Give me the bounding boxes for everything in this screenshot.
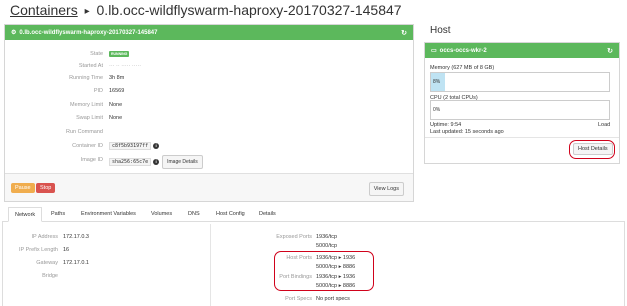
started-at-label: Started At xyxy=(78,63,103,69)
tab-paths[interactable]: Paths xyxy=(45,207,71,222)
gateway-label: Gateway xyxy=(36,260,58,266)
container-id-wrap: c8f5b93197ff i xyxy=(109,141,160,151)
image-details-button[interactable]: Image Details xyxy=(162,155,203,169)
container-icon: ⚙ xyxy=(11,30,17,36)
tab-bar: Network Paths Environment Variables Volu… xyxy=(2,207,625,222)
container-panel-title: 0.lb.occ-wildflyswarm-haproxy-20170327-1… xyxy=(19,29,158,36)
port-specs-value: No port specs xyxy=(316,296,350,302)
cpu-bar: 0% xyxy=(430,100,610,120)
container-id-value: c8f5b93197ff xyxy=(109,142,152,150)
info-icon[interactable]: i xyxy=(153,143,160,149)
ip-address-value: 172.17.0.3 xyxy=(63,234,89,240)
column-divider xyxy=(210,224,211,306)
stop-button[interactable]: Stop xyxy=(36,183,56,193)
ip-prefix-label: IP Prefix Length xyxy=(18,247,58,253)
memory-limit-label: Memory Limit xyxy=(69,102,103,108)
highlight-ring xyxy=(569,140,615,159)
run-command-label: Run Command xyxy=(66,129,103,135)
ip-address-label: IP Address xyxy=(31,234,59,240)
breadcrumb-containers-link[interactable]: Containers xyxy=(10,2,78,18)
tab-network[interactable]: Network xyxy=(8,207,43,222)
swap-limit-value: None xyxy=(109,115,123,121)
monitor-icon: ▭ xyxy=(431,48,437,54)
ip-prefix-value: 16 xyxy=(63,247,70,253)
breadcrumb: Containers ▸ 0.lb.occ-wildflyswarm-hapro… xyxy=(10,2,402,18)
status-badge: RUNNING xyxy=(109,51,130,57)
highlight-ring xyxy=(274,251,374,291)
host-panel-header: ▭ occs-occs-wkr-2 ↻ xyxy=(425,43,619,58)
pid-value: 16569 xyxy=(109,88,125,94)
tab-details[interactable]: Details xyxy=(253,207,282,222)
info-icon[interactable]: i xyxy=(153,159,160,165)
tab-host-config[interactable]: Host Config xyxy=(210,207,251,222)
exposed-ports-label: Exposed Ports xyxy=(276,234,312,240)
load-label: Load xyxy=(598,122,611,128)
image-id-wrap: sha256:65c7e i Image Details xyxy=(109,155,203,169)
refresh-icon[interactable]: ↻ xyxy=(607,47,613,55)
memory-label: Memory (627 MB of 8 GB) xyxy=(430,65,495,71)
container-id-label: Container ID xyxy=(72,143,103,149)
running-time-label: Running Time xyxy=(69,75,103,81)
memory-percent: 8% xyxy=(433,79,441,85)
container-panel: ⚙ 0.lb.occ-wildflyswarm-haproxy-20170327… xyxy=(4,24,414,202)
container-panel-header: ⚙ 0.lb.occ-wildflyswarm-haproxy-20170327… xyxy=(5,25,413,40)
view-logs-button[interactable]: View Logs xyxy=(368,182,404,196)
breadcrumb-current: 0.lb.occ-wildflyswarm-haproxy-20170327-1… xyxy=(96,2,402,18)
started-at-value: ··· ·· ····· ····· xyxy=(109,63,142,69)
bridge-label: Bridge xyxy=(42,273,58,279)
exposed-port-value: 1936/tcp xyxy=(316,234,338,240)
breadcrumb-separator-icon: ▸ xyxy=(84,6,90,17)
state-label: State xyxy=(90,51,103,57)
tab-environment-variables[interactable]: Environment Variables xyxy=(75,207,142,222)
last-updated: Last updated: 15 seconds ago xyxy=(430,129,504,135)
pid-label: PID xyxy=(93,88,103,94)
port-specs-label: Port Specs xyxy=(285,296,312,302)
state-value: RUNNING xyxy=(109,49,130,60)
host-heading: Host xyxy=(430,25,451,36)
tab-dns[interactable]: DNS xyxy=(182,207,206,222)
swap-limit-label: Swap Limit xyxy=(76,115,103,121)
uptime: Uptime: 9:54 xyxy=(430,122,462,128)
image-id-label: Image ID xyxy=(80,157,103,163)
cpu-percent: 0% xyxy=(433,107,441,113)
host-panel-title: occs-occs-wkr-2 xyxy=(439,47,487,54)
pause-button[interactable]: Pause xyxy=(11,183,35,193)
exposed-port-value: 5000/tcp xyxy=(316,243,338,249)
gateway-value: 172.17.0.1 xyxy=(63,260,89,266)
container-actions-bar: Pause Stop View Logs xyxy=(5,173,413,201)
refresh-icon[interactable]: ↻ xyxy=(401,29,407,37)
memory-bar: 8% xyxy=(430,72,610,92)
running-time-value: 3h 8m xyxy=(109,75,125,81)
memory-limit-value: None xyxy=(109,102,123,108)
image-id-value: sha256:65c7e xyxy=(109,158,152,166)
host-divider xyxy=(425,137,619,138)
tab-volumes[interactable]: Volumes xyxy=(145,207,178,222)
